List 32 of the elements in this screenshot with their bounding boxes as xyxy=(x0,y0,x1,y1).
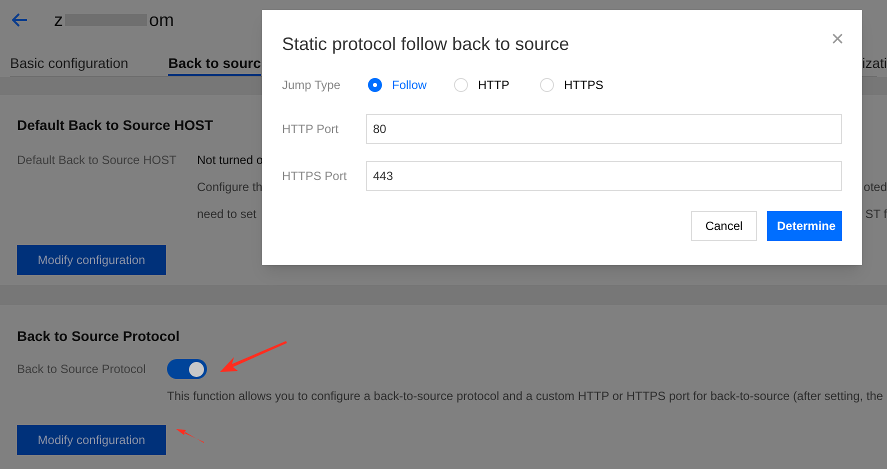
description-text: ST f xyxy=(865,206,887,223)
determine-button[interactable]: Determine xyxy=(767,211,842,241)
toggle-switch[interactable] xyxy=(167,359,207,379)
radio-option[interactable]: HTTPS xyxy=(540,76,626,94)
modify-configuration-button[interactable]: Modify configuration xyxy=(17,425,166,455)
description-text: oted xyxy=(864,179,887,196)
section-title: Back to Source Protocol xyxy=(17,327,180,346)
field-label: HTTP Port xyxy=(282,121,340,138)
domain-title: om xyxy=(149,8,174,32)
tab[interactable]: izati xyxy=(862,40,887,76)
radio-option[interactable]: HTTP xyxy=(454,76,540,94)
cancel-button[interactable]: Cancel xyxy=(691,211,757,241)
description-text: Configure th xyxy=(197,179,262,196)
dialog-title: Static protocol follow back to source xyxy=(282,33,570,56)
annotation-arrow xyxy=(220,341,287,372)
radio-option[interactable]: Follow xyxy=(368,76,454,94)
tab[interactable]: Back to sourc xyxy=(168,40,261,76)
domain-title: z xyxy=(54,8,63,32)
port-input-field[interactable]: 80 xyxy=(366,114,842,144)
port-input-field[interactable]: 443 xyxy=(366,161,842,191)
field-label: Back to Source Protocol xyxy=(17,361,147,378)
tab[interactable]: Basic configuration xyxy=(10,40,128,76)
section-title: Default Back to Source HOST xyxy=(17,116,214,135)
close-button[interactable]: × xyxy=(831,28,844,50)
description-text: This function allows you to configure a back-to-source protocol and a custom HTTP or HTTPS port for back-to-source (after setting, the xyxy=(167,388,884,405)
field-label: Jump Type xyxy=(282,77,342,94)
annotation-arrow xyxy=(176,429,204,443)
description-text: need to set xyxy=(197,206,256,223)
field-label: Default Back to Source HOST xyxy=(17,152,178,169)
modify-configuration-button[interactable]: Modify configuration xyxy=(17,245,166,275)
field-label: HTTPS Port xyxy=(282,168,348,185)
back-arrow-icon[interactable] xyxy=(12,13,28,27)
